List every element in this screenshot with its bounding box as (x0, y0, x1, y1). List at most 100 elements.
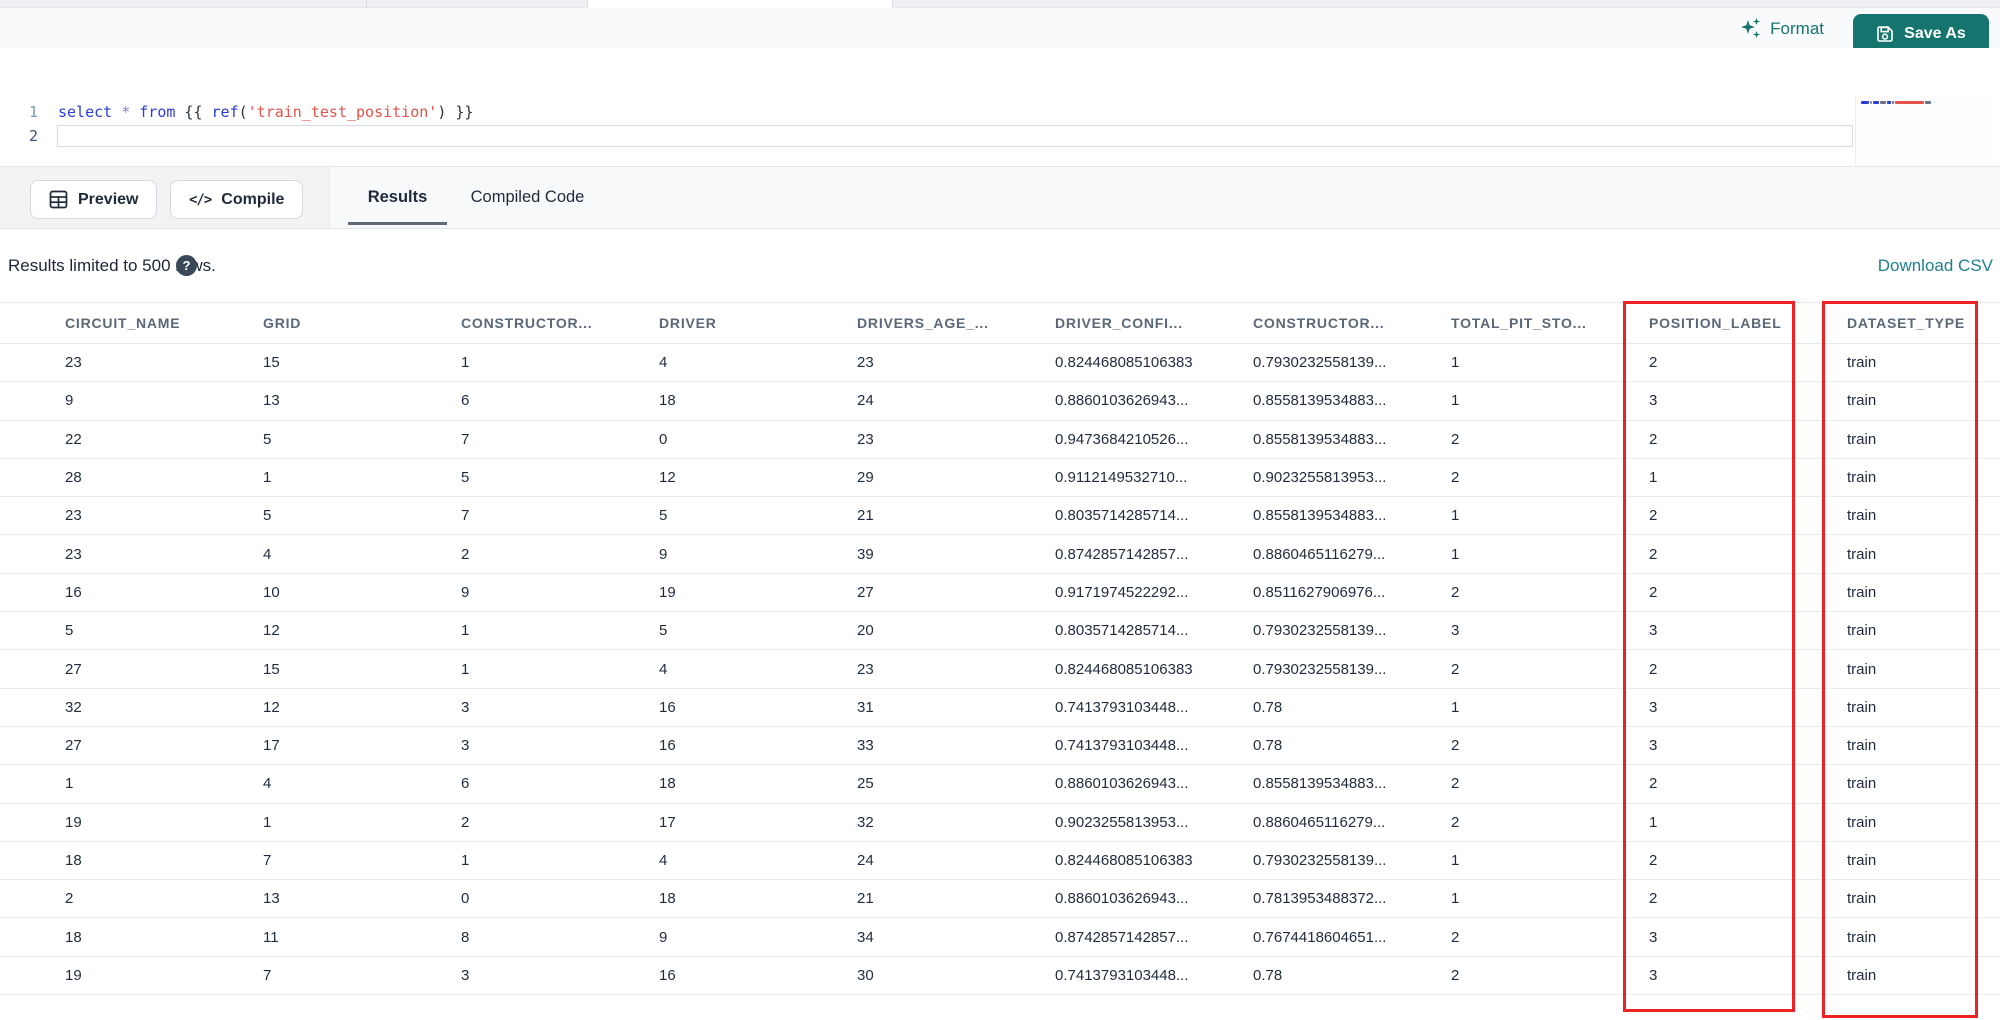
results-table: CIRCUIT_NAME GRID CONSTRUCTOR... DRIVER DRIV… (0, 302, 2000, 996)
table-cell: 9 (651, 917, 849, 957)
table-cell: train (1839, 458, 2000, 498)
table-cell: 24 (849, 841, 1047, 881)
code-editor[interactable]: 1 2 select * from {{ ref('train_test_pos… (0, 48, 2000, 214)
table-cell: 23 (849, 649, 1047, 689)
table-row: 1 4 6 18 25 0.8860103626943... 0.8558139534883… (0, 764, 2000, 804)
table-cell: 0.8035714285714... (1047, 496, 1245, 536)
table-cell: 0.9023255813953... (1047, 803, 1245, 842)
code-line[interactable]: select * from {{ ref('train_test_positio… (58, 101, 473, 123)
table-cell: 34 (849, 917, 1047, 957)
gutter-cell (0, 764, 57, 804)
table-cell: 27 (57, 726, 255, 766)
table-cell: 3 (1443, 611, 1641, 651)
table-cell: train (1839, 956, 2000, 996)
table-cell: train (1839, 343, 2000, 383)
download-csv-link[interactable]: Download CSV (1878, 229, 1993, 302)
table-cell: 16 (651, 688, 849, 727)
tab-compiled-code[interactable]: Compiled Code (455, 167, 600, 228)
table-row: 19 7 3 16 30 0.7413793103448... 0.78 2 3 train (0, 956, 2000, 996)
table-cell: 2 (1641, 420, 1839, 459)
code-token-operator: * (121, 103, 131, 121)
code-token-plain: ( (238, 103, 248, 121)
column-header: POSITION_LABEL (1641, 302, 1839, 344)
table-cell: 28 (57, 458, 255, 498)
table-cell: 1 (1641, 803, 1839, 842)
sparkles-icon (1741, 18, 1761, 40)
table-cell: 16 (651, 956, 849, 996)
table-cell: train (1839, 726, 2000, 766)
table-row: 23 5 7 5 21 0.8035714285714... 0.8558139534883… (0, 496, 2000, 536)
tab-results[interactable]: Results (348, 167, 447, 228)
line-number-2: 2 (28, 127, 38, 145)
table-row: 18 7 1 4 24 0.824468085106383 0.7930232558139.… (0, 841, 2000, 881)
table-cell: 22 (57, 420, 255, 459)
gutter-cell (0, 458, 57, 498)
table-cell: 19 (57, 956, 255, 996)
table-cell: 3 (1641, 688, 1839, 727)
table-cell: 9 (651, 534, 849, 574)
table-cell: 4 (651, 343, 849, 383)
ide-root: Format Save As 1 2 select * from {{ ref(… (0, 0, 2000, 1020)
table-cell: 0.8558139534883... (1245, 764, 1443, 804)
table-row: 5 12 1 5 20 0.8035714285714... 0.7930232558139… (0, 611, 2000, 651)
table-row: 27 17 3 16 33 0.7413793103448... 0.78 2 3 train (0, 726, 2000, 766)
table-cell: 19 (651, 573, 849, 613)
results-info-bar: Results limited to 500 rows. ? Download … (0, 229, 2000, 302)
table-cell: 1 (453, 611, 651, 651)
file-tab-strip (0, 0, 2000, 8)
gutter-cell (0, 381, 57, 421)
table-cell: 12 (255, 611, 453, 651)
table-cell: 7 (255, 841, 453, 881)
active-file-tab[interactable] (587, 0, 893, 8)
gutter-cell (0, 803, 57, 842)
table-cell: 23 (57, 496, 255, 536)
preview-button[interactable]: Preview (30, 180, 158, 219)
table-cell: train (1839, 496, 2000, 536)
column-header: TOTAL_PIT_STO... (1443, 302, 1641, 344)
table-cell: 0.824468085106383 (1047, 841, 1245, 881)
table-cell: 33 (849, 726, 1047, 766)
table-cell: 19 (57, 803, 255, 842)
table-cell: 2 (1443, 573, 1641, 613)
help-icon[interactable]: ? (176, 255, 197, 276)
table-cell: 1 (1443, 841, 1641, 881)
table-cell: 2 (1443, 726, 1641, 766)
active-line-highlight[interactable] (57, 125, 1853, 147)
compile-button[interactable]: </> Compile (170, 180, 304, 219)
code-token-keyword: from (139, 103, 176, 121)
table-cell: 0.7674418604651... (1245, 917, 1443, 957)
table-cell: 2 (1641, 841, 1839, 881)
table-cell: 17 (651, 803, 849, 842)
table-cell: 0.8742857142857... (1047, 917, 1245, 957)
gutter-header (0, 302, 57, 344)
table-cell: 0.7930232558139... (1245, 343, 1443, 383)
table-row: 23 4 2 9 39 0.8742857142857... 0.8860465116279… (0, 534, 2000, 574)
table-cell: 0.8035714285714... (1047, 611, 1245, 651)
table-cell: 0.8860103626943... (1047, 381, 1245, 421)
table-cell: 32 (57, 688, 255, 727)
format-button[interactable]: Format (1741, 16, 1824, 42)
table-cell: 23 (57, 343, 255, 383)
table-cell: 0.8860103626943... (1047, 879, 1245, 919)
table-row: 27 15 1 4 23 0.824468085106383 0.7930232558139… (0, 649, 2000, 689)
table-grid-icon (49, 190, 68, 209)
table-cell: 2 (1641, 764, 1839, 804)
table-cell: 2 (1641, 534, 1839, 574)
table-cell: 0.78 (1245, 956, 1443, 996)
table-cell: 12 (255, 688, 453, 727)
table-cell: 1 (1443, 534, 1641, 574)
gutter-cell (0, 956, 57, 996)
column-header: DRIVER (651, 302, 849, 344)
table-cell: 0.824468085106383 (1047, 649, 1245, 689)
preview-label: Preview (78, 190, 139, 208)
table-cell: 0.8558139534883... (1245, 381, 1443, 421)
table-row: 19 1 2 17 32 0.9023255813953... 0.886046511627… (0, 803, 2000, 842)
table-cell: 0.7930232558139... (1245, 649, 1443, 689)
code-token-plain: ) }} (437, 103, 474, 121)
table-cell: 0.78 (1245, 688, 1443, 727)
table-cell: train (1839, 841, 2000, 881)
active-tab-underline (348, 222, 447, 225)
table-cell: 2 (453, 803, 651, 842)
table-cell: 0.824468085106383 (1047, 343, 1245, 383)
